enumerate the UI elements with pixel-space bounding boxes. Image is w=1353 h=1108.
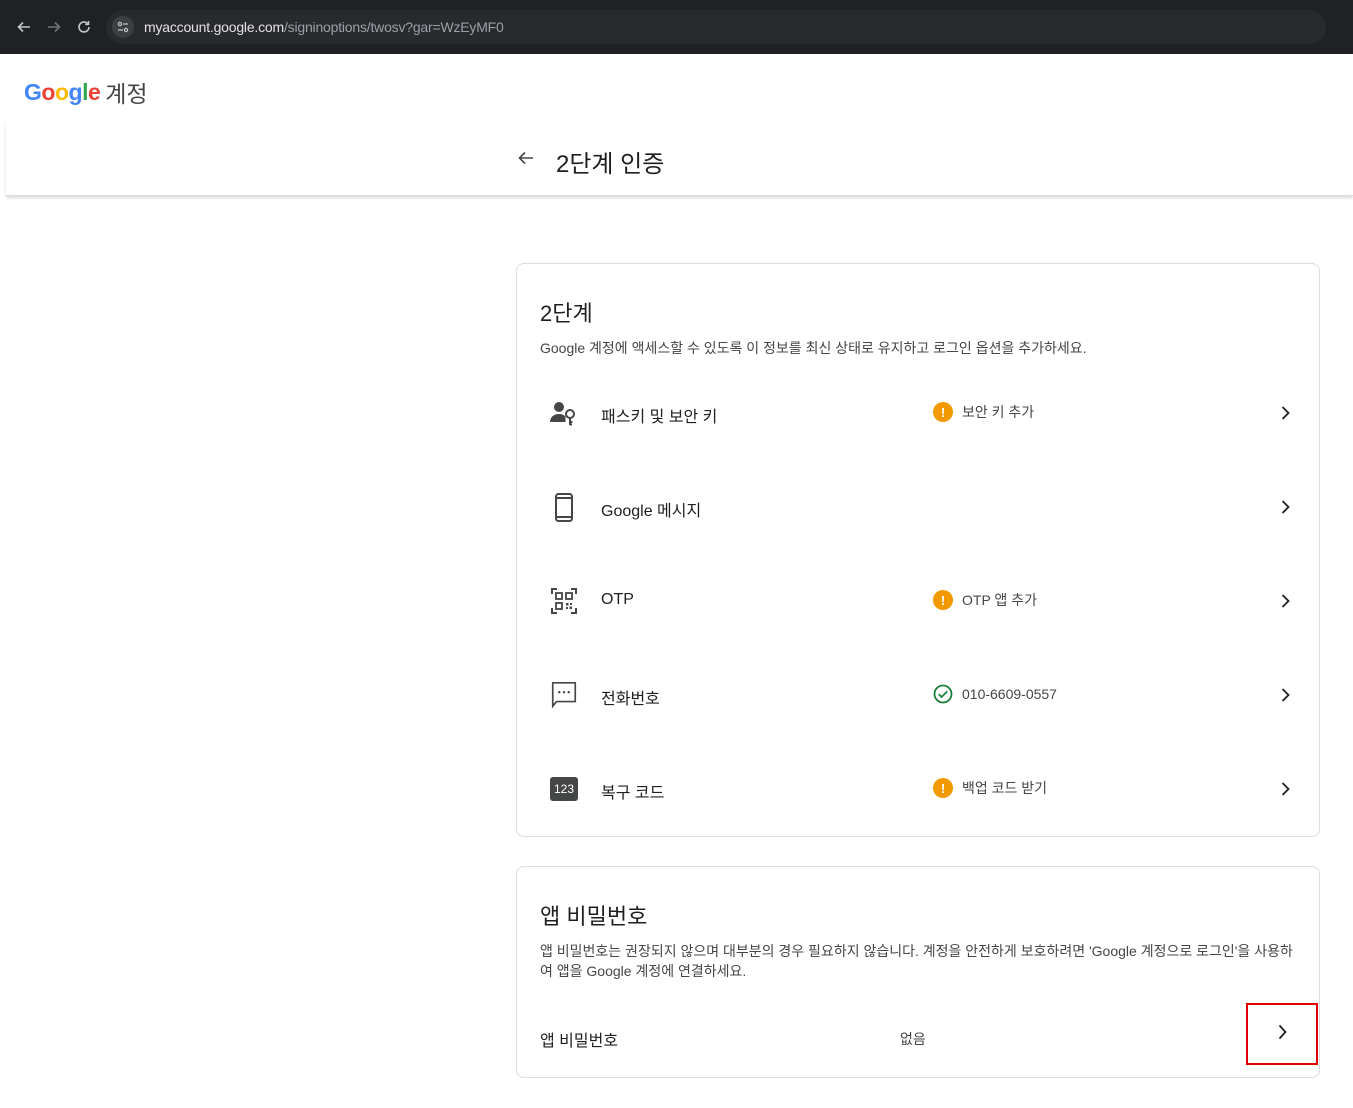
chevron-right-icon[interactable]: [1275, 778, 1295, 800]
row-passkeys[interactable]: 패스키 및 보안 키 ! 보안 키 추가: [517, 366, 1319, 460]
row-backup-codes[interactable]: 123 복구 코드 ! 백업 코드 받기: [517, 742, 1319, 836]
row-label: 패스키 및 보안 키: [601, 409, 718, 426]
browser-forward-icon[interactable]: [42, 15, 66, 39]
status-text: 보안 키 추가: [962, 404, 1035, 420]
google-logo[interactable]: Google: [24, 79, 101, 106]
row-label: 전화번호: [601, 691, 660, 708]
warning-icon: !: [933, 778, 953, 798]
app-password-card-title: 앱 비밀번호: [540, 904, 648, 929]
status-text: 010-6609-0557: [962, 686, 1057, 702]
browser-reload-icon[interactable]: [72, 15, 96, 39]
status-text: 백업 코드 받기: [962, 780, 1048, 796]
check-circle-icon: [933, 684, 953, 704]
sms-icon: [549, 680, 579, 710]
address-bar[interactable]: myaccount.google.com/signinoptions/twosv…: [106, 10, 1326, 44]
row-status: 010-6609-0557: [933, 684, 1057, 704]
row-label: 복구 코드: [601, 785, 665, 802]
row-status: ! OTP 앱 추가: [933, 590, 1037, 610]
row-otp[interactable]: OTP ! OTP 앱 추가: [517, 554, 1319, 648]
qr-code-icon: [549, 586, 579, 616]
two-step-card: 2단계 Google 계정에 액세스할 수 있도록 이 정보를 최신 상태로 유…: [516, 263, 1320, 837]
url-host: myaccount.google.com: [144, 19, 284, 35]
row-label: OTP: [601, 591, 634, 608]
url-text: myaccount.google.com/signinoptions/twosv…: [144, 19, 504, 35]
browser-back-icon[interactable]: [12, 15, 36, 39]
row-status: ! 백업 코드 받기: [933, 778, 1047, 798]
row-google-messages[interactable]: Google 메시지: [517, 460, 1319, 554]
backup-code-badge: 123: [550, 777, 578, 801]
page-title: 2단계 인증: [556, 151, 665, 178]
status-text: OTP 앱 추가: [962, 592, 1037, 608]
app-password-chevron-highlight[interactable]: [1246, 1003, 1318, 1065]
phone-device-icon: [549, 492, 579, 522]
app-password-row-label[interactable]: 앱 비밀번호: [540, 1027, 618, 1051]
backup-code-icon: 123: [549, 774, 579, 804]
site-info-icon[interactable]: [112, 16, 134, 38]
app-password-card-description: 앱 비밀번호는 권장되지 않으며 대부분의 경우 필요하지 않습니다. 계정을 …: [540, 943, 1293, 979]
chevron-right-icon[interactable]: [1275, 402, 1295, 424]
page-title-bar: 2단계 인증: [6, 120, 1353, 196]
row-label: Google 메시지: [601, 503, 702, 520]
two-step-card-title: 2단계: [540, 301, 593, 326]
chevron-right-icon[interactable]: [1275, 684, 1295, 706]
url-path: /signinoptions/twosv?gar=WzEyMF0: [283, 19, 504, 35]
chevron-right-icon[interactable]: [1276, 1023, 1288, 1046]
app-password-row-value: 없음: [900, 1031, 926, 1047]
row-status: ! 보안 키 추가: [933, 402, 1034, 422]
passkey-icon: [549, 398, 579, 428]
two-step-card-description: Google 계정에 액세스할 수 있도록 이 정보를 최신 상태로 유지하고 …: [540, 340, 1087, 356]
warning-icon: !: [933, 402, 953, 422]
app-password-card: 앱 비밀번호 앱 비밀번호는 권장되지 않으며 대부분의 경우 필요하지 않습니…: [516, 866, 1320, 1078]
google-account-header[interactable]: Google 계정: [24, 76, 148, 108]
product-name: 계정: [105, 81, 148, 107]
chevron-right-icon[interactable]: [1275, 590, 1295, 612]
chevron-right-icon[interactable]: [1275, 496, 1295, 518]
row-phone-number[interactable]: 전화번호 010-6609-0557: [517, 648, 1319, 742]
browser-toolbar: myaccount.google.com/signinoptions/twosv…: [0, 0, 1353, 54]
back-arrow-icon[interactable]: [514, 146, 538, 170]
warning-icon: !: [933, 590, 953, 610]
